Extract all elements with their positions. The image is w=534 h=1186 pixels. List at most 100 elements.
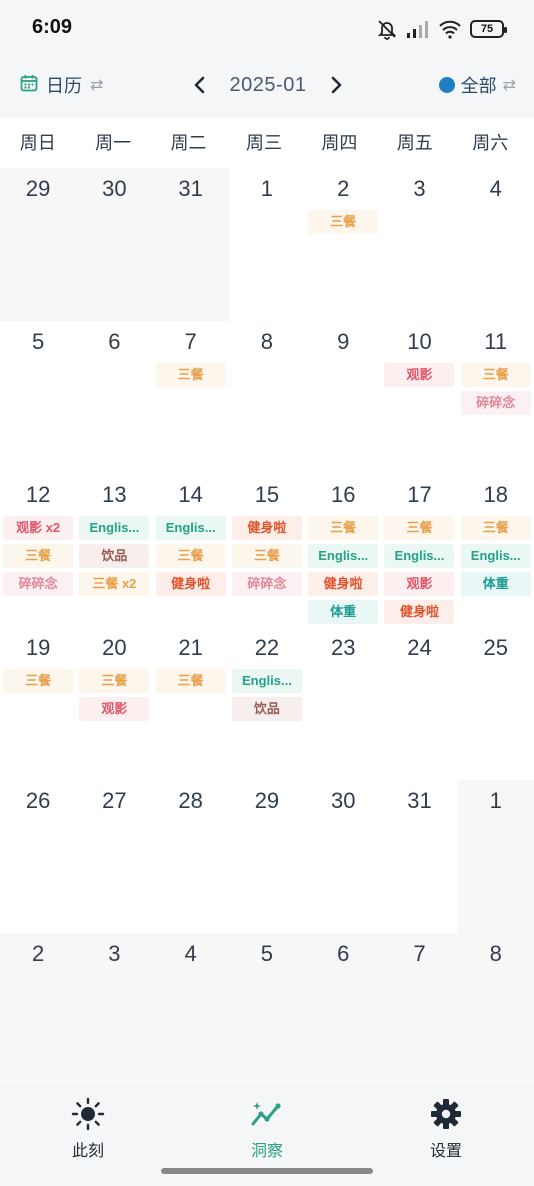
calendar: 周日 周一 周二 周三 周四 周五 周六 29 30 31 1 2 三餐 3 4 5 6 7 三餐 8 9… [0, 118, 534, 1086]
calendar-day[interactable]: 14 Englis... 三餐 健身啦 [152, 474, 229, 627]
filter-switch[interactable]: 全部 ⇄ [438, 72, 516, 98]
event-tag-movie[interactable]: 观影 x2 [3, 516, 74, 540]
event-tag-meal[interactable]: 三餐 [384, 516, 455, 540]
calendar-day[interactable]: 9 [305, 321, 382, 474]
calendar-day[interactable]: 27 [76, 780, 153, 933]
calendar-day[interactable]: 20 三餐 观影 [76, 627, 153, 780]
event-tag-english[interactable]: Englis... [384, 544, 455, 568]
calendar-grid: 29 30 31 1 2 三餐 3 4 5 6 7 三餐 8 9 10 观影 11 三餐 碎碎念 12 观影 x2 三餐碎… [0, 168, 534, 1086]
calendar-day[interactable]: 15 健身啦 三餐 碎碎念 [228, 474, 306, 627]
chevron-left-icon [194, 76, 205, 94]
event-tag-meal[interactable]: 三餐 [460, 363, 531, 387]
calendar-day[interactable]: 3 [76, 933, 153, 1086]
calendar-day[interactable]: 29 [0, 168, 77, 321]
calendar-day[interactable]: 6 [76, 321, 153, 474]
calendar-day[interactable]: 7 [381, 933, 458, 1086]
calendar-day[interactable]: 28 [152, 780, 229, 933]
calendar-day[interactable]: 5 [228, 933, 306, 1086]
home-indicator[interactable] [161, 1168, 373, 1174]
event-tag-gym[interactable]: 健身啦 [308, 572, 379, 596]
event-tag-meal[interactable]: 三餐 [3, 544, 74, 568]
event-tag-english[interactable]: Englis... [460, 544, 531, 568]
calendar-day[interactable]: 24 [381, 627, 458, 780]
event-tag-meal[interactable]: 三餐 [231, 544, 302, 568]
event-tag-english[interactable]: Englis... [155, 516, 226, 540]
calendar-day[interactable]: 4 [457, 168, 534, 321]
calendar-day[interactable]: 1 [228, 168, 306, 321]
event-tag-english[interactable]: Englis... [308, 544, 379, 568]
calendar-day[interactable]: 5 [0, 321, 77, 474]
event-tag-weight[interactable]: 体重 [460, 572, 531, 596]
calendar-day[interactable]: 30 [76, 168, 153, 321]
day-number: 30 [330, 788, 356, 813]
calendar-day[interactable]: 22 Englis... 饮品 [228, 627, 306, 780]
calendar-day[interactable]: 31 [381, 780, 458, 933]
event-tag-meal[interactable]: 三餐 [155, 544, 226, 568]
day-number: 19 [25, 635, 51, 660]
calendar-day[interactable]: 7 三餐 [152, 321, 229, 474]
calendar-day[interactable]: 30 [305, 780, 382, 933]
event-tag-meal[interactable]: 三餐 [308, 516, 379, 540]
calendar-day[interactable]: 1 [457, 780, 534, 933]
event-tag-mutter[interactable]: 碎碎念 [231, 572, 302, 596]
calendar-day[interactable]: 26 [0, 780, 77, 933]
calendar-day[interactable]: 29 [228, 780, 306, 933]
event-tag-gym[interactable]: 健身啦 [231, 516, 302, 540]
nav-item-settings[interactable]: 设置 [386, 1097, 506, 1161]
calendar-day[interactable]: 31 [152, 168, 229, 321]
calendar-day[interactable]: 25 [457, 627, 534, 780]
calendar-day[interactable]: 11 三餐碎碎念 [457, 321, 534, 474]
next-month-button[interactable] [326, 71, 348, 99]
month-navigator: 2025-01 [188, 70, 348, 100]
nav-item-insight[interactable]: 洞察 [207, 1097, 327, 1161]
calendar-day[interactable]: 21 三餐 [152, 627, 229, 780]
calendar-day[interactable]: 19 三餐 [0, 627, 77, 780]
calendar-day[interactable]: 13 Englis... 饮品 三餐 x2 [76, 474, 153, 627]
month-label[interactable]: 2025-01 [230, 74, 307, 97]
event-tag-movie[interactable]: 观影 [79, 697, 150, 721]
event-tag-movie[interactable]: 观影 [384, 363, 455, 387]
calendar-day[interactable]: 12 观影 x2 三餐 碎碎念 [0, 474, 77, 627]
day-number: 29 [254, 788, 280, 813]
event-tag-english[interactable]: Englis... [79, 516, 150, 540]
calendar-day[interactable]: 8 [228, 321, 306, 474]
day-number: 11 [484, 329, 508, 354]
status-icons: 75 [376, 18, 507, 40]
event-tag-meal[interactable]: 三餐 x2 [79, 572, 150, 596]
event-tag-meal[interactable]: 三餐 [155, 363, 226, 387]
event-tag-meal[interactable]: 三餐 [460, 516, 531, 540]
calendar-day[interactable]: 3 [381, 168, 458, 321]
day-tags: 三餐 Englis... 体重 [458, 516, 534, 596]
event-tag-gym[interactable]: 健身啦 [384, 600, 455, 624]
event-tag-drink[interactable]: 饮品 [231, 697, 302, 721]
day-tags: 三餐 Englis... 观影健身啦 [381, 516, 457, 624]
event-tag-meal[interactable]: 三餐 [79, 669, 150, 693]
event-tag-weight[interactable]: 体重 [308, 600, 379, 624]
calendar-week: 12 观影 x2 三餐 碎碎念 13 Englis... 饮品 三餐 x2 14 Englis..… [0, 474, 534, 627]
day-number: 3 [413, 176, 426, 201]
event-tag-movie[interactable]: 观影 [384, 572, 455, 596]
prev-month-button[interactable] [188, 71, 210, 99]
nav-item-now[interactable]: 此刻 [28, 1097, 148, 1161]
calendar-day[interactable]: 8 [457, 933, 534, 1086]
event-tag-meal[interactable]: 三餐 [308, 210, 379, 234]
calendar-day[interactable]: 17 三餐 Englis... 观影 健身啦 [381, 474, 458, 627]
event-tag-meal[interactable]: 三餐 [3, 669, 74, 693]
battery-icon: 75 [470, 20, 507, 38]
event-tag-drink[interactable]: 饮品 [79, 544, 150, 568]
event-tag-english[interactable]: Englis... [231, 669, 302, 693]
event-tag-mutter[interactable]: 碎碎念 [460, 391, 531, 415]
calendar-day[interactable]: 16 三餐 Englis... 健身啦 体重 [305, 474, 382, 627]
toolbar: 日历 ⇄ 2025-01 全部 ⇄ [0, 58, 534, 118]
calendar-day[interactable]: 6 [305, 933, 382, 1086]
calendar-day[interactable]: 18 三餐 Englis... 体重 [457, 474, 534, 627]
event-tag-mutter[interactable]: 碎碎念 [3, 572, 74, 596]
calendar-day[interactable]: 2 [0, 933, 77, 1086]
event-tag-meal[interactable]: 三餐 [155, 669, 226, 693]
calendar-day[interactable]: 23 [305, 627, 382, 780]
calendar-day[interactable]: 10 观影 [381, 321, 458, 474]
event-tag-gym[interactable]: 健身啦 [155, 572, 226, 596]
calendar-day[interactable]: 2 三餐 [305, 168, 382, 321]
calendar-day[interactable]: 4 [152, 933, 229, 1086]
view-switch[interactable]: 日历 ⇄ [20, 72, 103, 98]
